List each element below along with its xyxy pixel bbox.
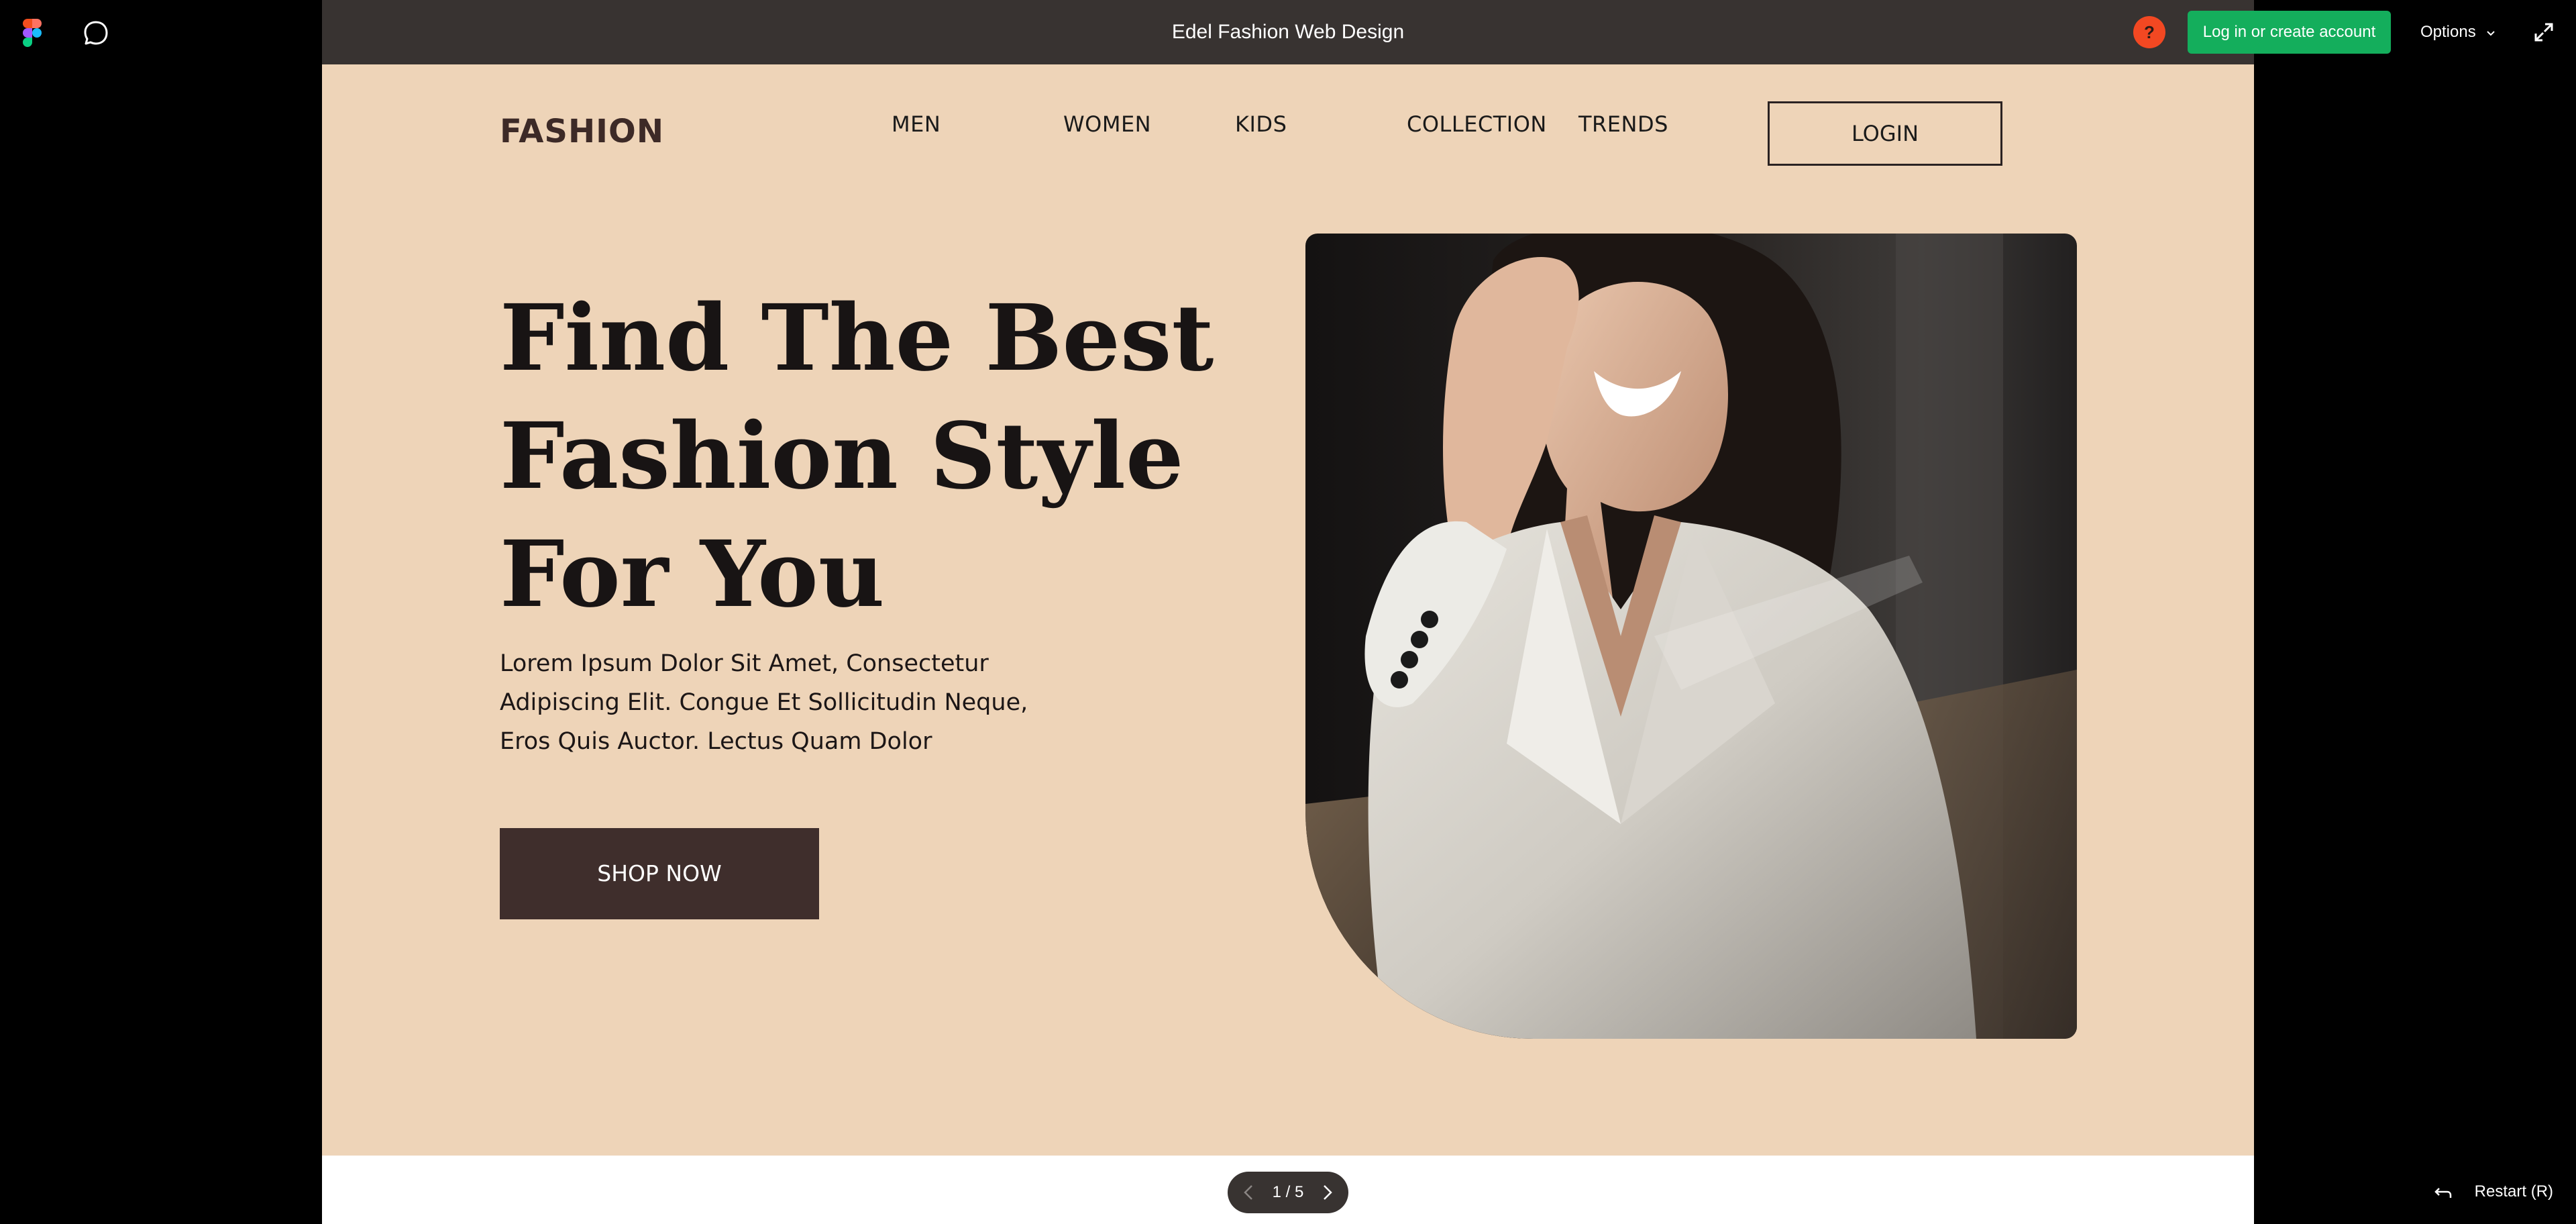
prototype-frame: FASHION MEN WOMEN KIDS COLLECTION TRENDS… bbox=[322, 64, 2254, 1156]
hero-headline: Find The Best Fashion Style For You bbox=[500, 279, 1214, 633]
hero-description: Lorem Ipsum Dolor Sit Amet, Consectetur … bbox=[500, 644, 1090, 761]
login-button[interactable]: LOGIN bbox=[1768, 101, 2002, 166]
restart-label: Restart (R) bbox=[2474, 1182, 2554, 1201]
nav-item-women[interactable]: WOMEN bbox=[1063, 111, 1151, 137]
help-button[interactable]: ? bbox=[2133, 16, 2165, 48]
headline-line: Fashion Style bbox=[500, 403, 1184, 510]
options-label: Options bbox=[2420, 23, 2476, 41]
top-toolbar: Edel Fashion Web Design bbox=[322, 0, 2254, 64]
chevron-left-icon[interactable] bbox=[1236, 1179, 1263, 1206]
description-line: Adipiscing Elit. Congue Et Sollicitudin … bbox=[500, 689, 1028, 716]
prototype-viewer: Edel Fashion Web Design ? Log in or crea… bbox=[0, 0, 2576, 1224]
expand-icon[interactable] bbox=[2530, 19, 2557, 46]
options-menu[interactable]: Options bbox=[2420, 16, 2496, 48]
comment-icon[interactable] bbox=[82, 19, 110, 47]
shop-now-button[interactable]: SHOP NOW bbox=[500, 828, 819, 919]
nav-item-men[interactable]: MEN bbox=[892, 111, 941, 137]
file-title: Edel Fashion Web Design bbox=[1171, 21, 1405, 43]
restart-icon bbox=[2434, 1187, 2452, 1198]
figma-logo-icon[interactable] bbox=[23, 19, 42, 47]
chevron-down-icon bbox=[2487, 30, 2496, 36]
headline-line: For You bbox=[500, 521, 885, 628]
nav-item-kids[interactable]: KIDS bbox=[1235, 111, 1287, 137]
hero-image bbox=[1305, 234, 2077, 1039]
page-navigator: 1 / 5 bbox=[1228, 1172, 1348, 1213]
restart-button[interactable]: Restart (R) bbox=[2434, 1178, 2553, 1205]
login-or-create-account-button[interactable]: Log in or create account bbox=[2188, 11, 2391, 54]
page-counter: 1 / 5 bbox=[1272, 1183, 1304, 1201]
site-logo[interactable]: FASHION bbox=[500, 113, 664, 150]
description-line: Eros Quis Auctor. Lectus Quam Dolor bbox=[500, 728, 932, 755]
description-line: Lorem Ipsum Dolor Sit Amet, Consectetur bbox=[500, 650, 989, 677]
headline-line: Find The Best bbox=[500, 285, 1214, 392]
chevron-right-icon[interactable] bbox=[1313, 1179, 1340, 1206]
nav-item-collection[interactable]: COLLECTION bbox=[1407, 111, 1547, 137]
nav-item-trends[interactable]: TRENDS bbox=[1578, 111, 1668, 137]
